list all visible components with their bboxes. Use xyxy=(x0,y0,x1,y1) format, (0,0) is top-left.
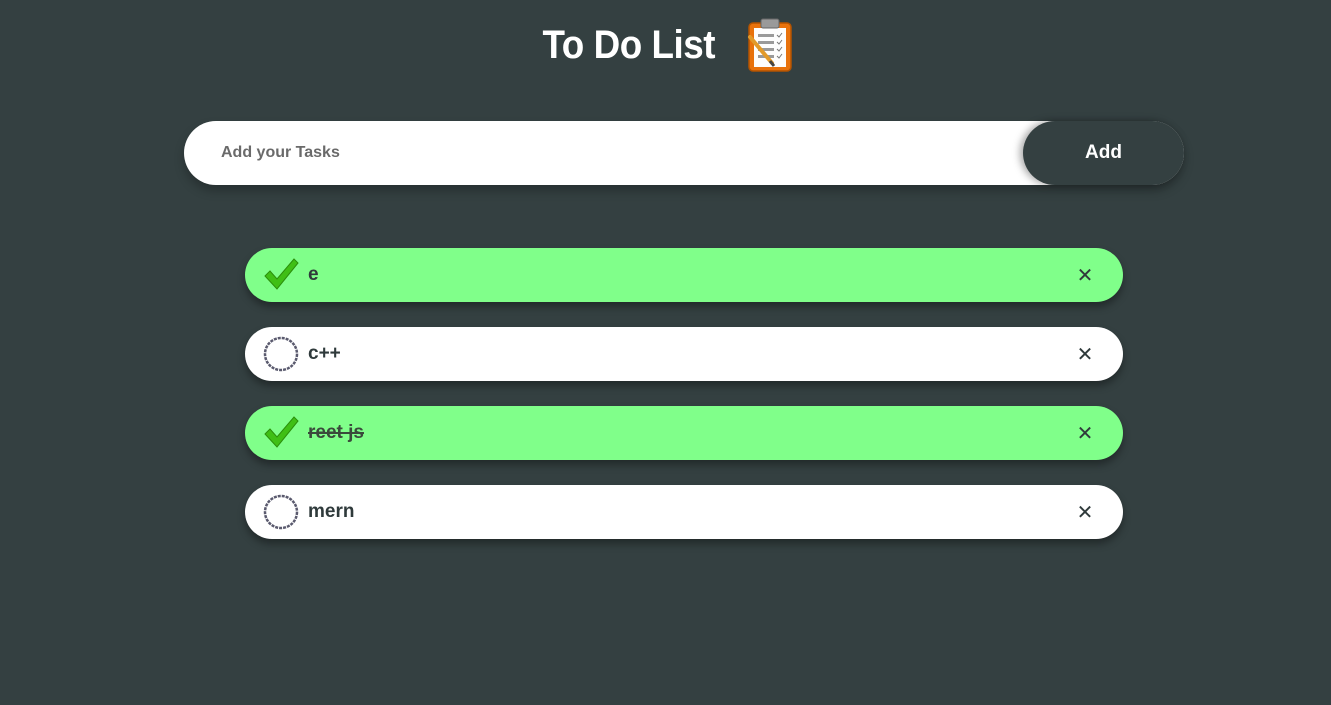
task-item[interactable]: e ✕ xyxy=(245,248,1123,302)
unchecked-circle-icon[interactable] xyxy=(263,494,299,530)
delete-icon[interactable]: ✕ xyxy=(1073,420,1097,446)
clipboard-checklist-icon xyxy=(744,17,796,73)
task-input[interactable] xyxy=(184,121,1014,185)
task-text: e xyxy=(308,264,319,285)
task-text: reet js xyxy=(308,422,364,443)
add-button[interactable]: Add xyxy=(1023,121,1184,185)
checkmark-icon[interactable] xyxy=(263,257,299,293)
unchecked-circle-icon[interactable] xyxy=(263,336,299,372)
task-item[interactable]: mern ✕ xyxy=(245,485,1123,539)
page-title: To Do List xyxy=(542,22,715,67)
task-item[interactable]: reet js ✕ xyxy=(245,406,1123,460)
header: To Do List xyxy=(0,14,1331,76)
delete-icon[interactable]: ✕ xyxy=(1073,262,1097,288)
task-text: c++ xyxy=(308,343,341,364)
task-text: mern xyxy=(308,501,355,522)
checkmark-icon[interactable] xyxy=(263,415,299,451)
delete-icon[interactable]: ✕ xyxy=(1073,499,1097,525)
todo-app: To Do List Add your Tasks Add e ✕ c++ ✕ … xyxy=(0,0,1331,705)
task-input-bar: Add xyxy=(184,121,1184,185)
task-list: e ✕ c++ ✕ reet js ✕ mern ✕ xyxy=(245,248,1123,564)
delete-icon[interactable]: ✕ xyxy=(1073,341,1097,367)
task-item[interactable]: c++ ✕ xyxy=(245,327,1123,381)
